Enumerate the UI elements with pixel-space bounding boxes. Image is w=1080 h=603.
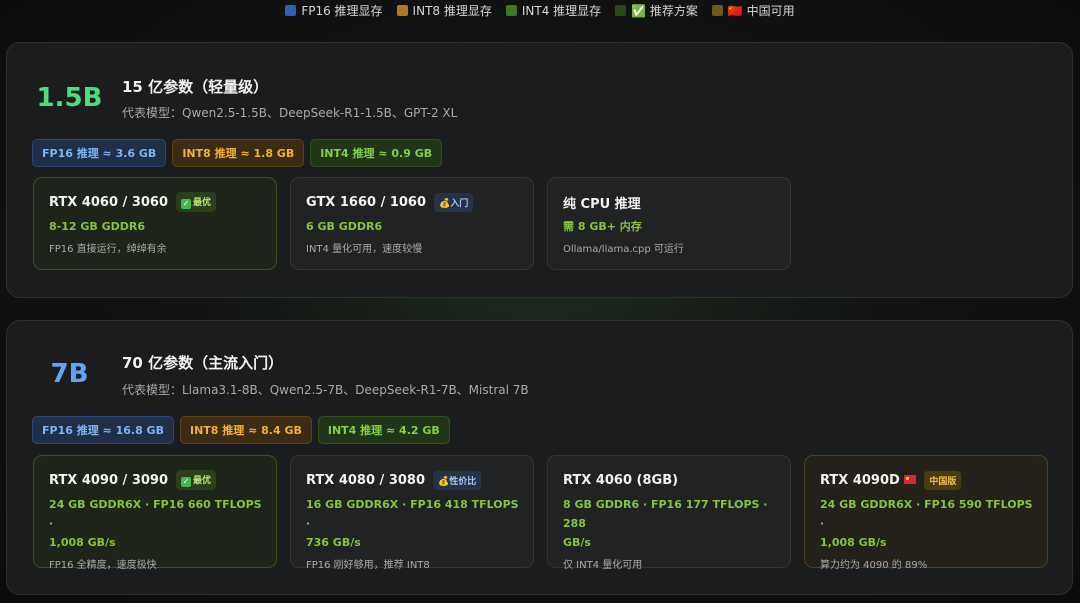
tier-size: 1.5B bbox=[36, 83, 103, 113]
china-version-tag: 中国版 bbox=[924, 470, 962, 490]
fp16-badge: FP16 推理 ≈ 16.8 GB bbox=[32, 416, 174, 444]
gpu-spec: 8-12 GB GDDR6 bbox=[49, 220, 146, 233]
legend-label: 🇨🇳 中国可用 bbox=[727, 4, 795, 18]
int8-badge: INT8 推理 ≈ 1.8 GB bbox=[172, 139, 305, 167]
tier-title: 15 亿参数（轻量级） bbox=[122, 78, 269, 96]
legend-swatch-int8 bbox=[396, 5, 408, 16]
legend-swatch-china bbox=[711, 5, 723, 16]
gpu-spec: 8 GB GDDR6 · FP16 177 TFLOPS · 288 GB/s bbox=[563, 498, 768, 549]
vram-badges: FP16 推理 ≈ 3.6 GB INT8 推理 ≈ 1.8 GB INT4 推… bbox=[32, 139, 443, 167]
int8-badge: INT8 推理 ≈ 8.4 GB bbox=[179, 416, 312, 444]
legend-label: INT8 推理显存 bbox=[412, 4, 492, 18]
gpu-name: GTX 1660 / 1060 bbox=[306, 194, 427, 210]
legend-item-int4: INT4 推理显存 bbox=[505, 2, 602, 19]
gpu-note: 仅 INT4 量化可用 bbox=[563, 560, 643, 571]
legend-label: FP16 推理显存 bbox=[301, 4, 383, 18]
legend-swatch-recommended bbox=[615, 5, 627, 16]
gpu-card[interactable]: RTX 4060 (8GB) 8 GB GDDR6 · FP16 177 TFL… bbox=[547, 455, 791, 571]
gpu-card[interactable]: 纯 CPU 推理 需 8 GB+ 内存 Ollama/llama.cpp 可运行 bbox=[547, 177, 791, 270]
best-tag: ✓ 最优 bbox=[176, 192, 217, 212]
gpu-card[interactable]: RTX 4080 / 3080 💰性价比 16 GB GDDR6X · FP16… bbox=[290, 455, 534, 571]
tier-card-1-5b: 1.5B 15 亿参数（轻量级） 代表模型：Qwen2.5-1.5B、DeepS… bbox=[6, 42, 1073, 298]
china-flag-icon bbox=[904, 474, 917, 484]
money-bag-icon: 💰 bbox=[439, 198, 451, 209]
gpu-note: INT4 量化可用，速度较慢 bbox=[306, 244, 423, 255]
gpu-name: RTX 4090D bbox=[820, 473, 917, 488]
gpu-list: RTX 4090 / 3090 ✓ 最优 24 GB GDDR6X · FP16 … bbox=[33, 455, 1048, 571]
gpu-note: 算力约为 4090 的 89% bbox=[820, 560, 928, 571]
check-icon: ✓ bbox=[181, 477, 192, 487]
int4-badge: INT4 推理 ≈ 4.2 GB bbox=[317, 416, 450, 444]
fp16-badge: FP16 推理 ≈ 3.6 GB bbox=[32, 139, 167, 167]
gpu-spec: 需 8 GB+ 内存 bbox=[563, 220, 642, 233]
money-bag-icon: 💰 bbox=[438, 476, 450, 487]
gpu-list: RTX 4060 / 3060 ✓ 最优 8-12 GB GDDR6 FP16 直… bbox=[33, 177, 791, 270]
tier-models: 代表模型：Qwen2.5-1.5B、DeepSeek-R1-1.5B、GPT-2… bbox=[122, 106, 458, 120]
gpu-spec: 24 GB GDDR6X · FP16 660 TFLOPS · 1,008 GB… bbox=[49, 498, 262, 549]
gpu-name: RTX 4080 / 3080 bbox=[306, 472, 426, 488]
tier-card-7b: 7B 70 亿参数（主流入门） 代表模型：Llama3.1-8B、Qwen2.5… bbox=[6, 320, 1073, 595]
entry-tag: 💰入门 bbox=[434, 192, 474, 212]
gpu-note: Ollama/llama.cpp 可运行 bbox=[563, 244, 684, 255]
legend-label: INT4 推理显存 bbox=[521, 4, 602, 18]
legend-label: ✅ 推荐方案 bbox=[631, 4, 698, 18]
gpu-card[interactable]: RTX 4060 / 3060 ✓ 最优 8-12 GB GDDR6 FP16 直… bbox=[33, 177, 277, 270]
legend-item-fp16: FP16 推理显存 bbox=[285, 2, 383, 19]
legend-item-int8: INT8 推理显存 bbox=[396, 2, 492, 19]
tier-size: 7B bbox=[50, 359, 89, 389]
best-tag: ✓ 最优 bbox=[176, 470, 217, 490]
tier-title: 70 亿参数（主流入门） bbox=[122, 354, 284, 372]
gpu-card[interactable]: GTX 1660 / 1060 💰入门 6 GB GDDR6 INT4 量化可用… bbox=[290, 177, 534, 270]
legend-item-china: 🇨🇳 中国可用 bbox=[711, 2, 795, 19]
gpu-card[interactable]: RTX 4090 / 3090 ✓ 最优 24 GB GDDR6X · FP16 … bbox=[33, 455, 277, 571]
legend: FP16 推理显存 INT8 推理显存 INT4 推理显存 ✅ 推荐方案 🇨🇳 … bbox=[0, 2, 1080, 19]
gpu-name: RTX 4060 / 3060 bbox=[49, 194, 169, 210]
gpu-name: 纯 CPU 推理 bbox=[563, 196, 641, 212]
check-icon: ✓ bbox=[181, 199, 192, 209]
gpu-name: RTX 4060 (8GB) bbox=[563, 472, 679, 488]
legend-swatch-int4 bbox=[505, 5, 517, 16]
value-tag: 💰性价比 bbox=[433, 470, 482, 490]
legend-item-recommended: ✅ 推荐方案 bbox=[615, 2, 698, 19]
gpu-note: FP16 直接运行，绰绰有余 bbox=[49, 244, 167, 255]
gpu-spec: 16 GB GDDR6X · FP16 418 TFLOPS · 736 GB/s bbox=[306, 498, 519, 549]
gpu-name: RTX 4090 / 3090 bbox=[49, 472, 169, 488]
tier-models: 代表模型：Llama3.1-8B、Qwen2.5-7B、DeepSeek-R1-… bbox=[122, 383, 529, 397]
int4-badge: INT4 推理 ≈ 0.9 GB bbox=[310, 139, 443, 167]
gpu-card[interactable]: RTX 4090D 中国版 24 GB GDDR6X · FP16 590 TF… bbox=[804, 455, 1048, 571]
gpu-spec: 24 GB GDDR6X · FP16 590 TFLOPS · 1,008 GB… bbox=[820, 498, 1033, 549]
gpu-spec: 6 GB GDDR6 bbox=[306, 220, 383, 233]
gpu-note: FP16 全精度，速度极快 bbox=[49, 560, 157, 571]
vram-badges: FP16 推理 ≈ 16.8 GB INT8 推理 ≈ 8.4 GB INT4 … bbox=[32, 416, 450, 444]
gpu-note: FP16 刚好够用，推荐 INT8 bbox=[306, 560, 430, 571]
legend-swatch-fp16 bbox=[285, 5, 297, 16]
